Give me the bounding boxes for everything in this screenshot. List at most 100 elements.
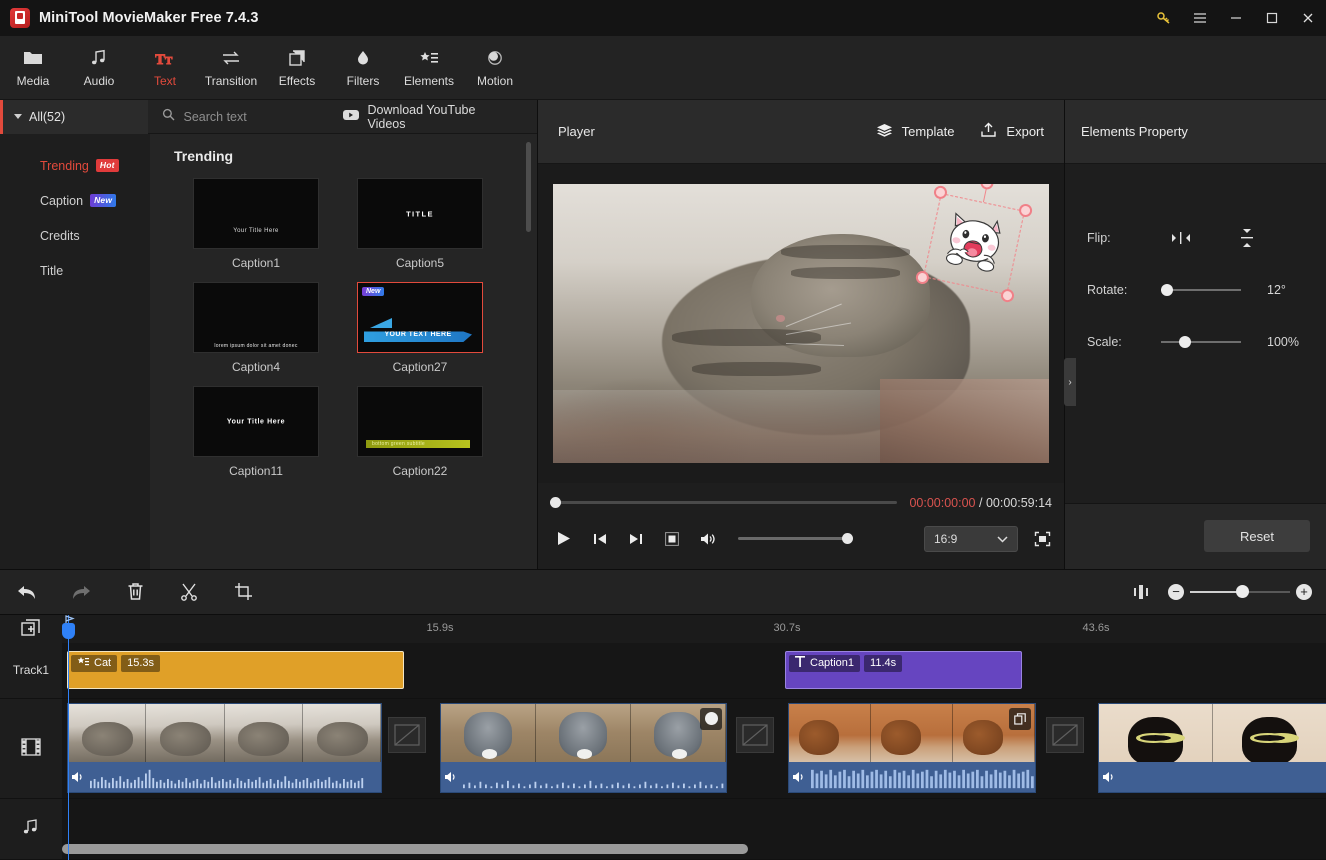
minimize-icon[interactable] — [1218, 0, 1254, 36]
maximize-icon[interactable] — [1254, 0, 1290, 36]
next-frame-button[interactable] — [626, 529, 646, 549]
sleeping-cat-clip[interactable] — [67, 702, 382, 793]
window-controls — [1146, 0, 1326, 36]
tab-elements[interactable]: Elements — [396, 36, 462, 100]
volume-icon[interactable] — [698, 529, 718, 549]
video-track-body[interactable] — [62, 698, 1326, 799]
close-icon[interactable] — [1290, 0, 1326, 36]
aspect-ratio-select[interactable]: 16:9 — [924, 525, 1018, 552]
all-filter-dropdown[interactable]: All(52) — [0, 99, 149, 134]
time-display: 00:00:00:00 / 00:00:59:14 — [909, 496, 1052, 510]
tab-media[interactable]: Media — [0, 36, 66, 100]
menu-icon[interactable] — [1182, 0, 1218, 36]
speaker-icon[interactable] — [789, 762, 809, 792]
flip-vertical-icon[interactable] — [1227, 228, 1267, 248]
play-button[interactable] — [554, 529, 574, 549]
zoom-in-button[interactable]: + — [1296, 583, 1312, 600]
template-thumbnail: bottom green subtitle — [357, 386, 483, 457]
key-icon[interactable] — [1146, 0, 1182, 36]
video-track-label[interactable] — [0, 698, 62, 799]
tab-filters[interactable]: Filters — [330, 36, 396, 100]
category-trending[interactable]: Trending Hot — [0, 148, 150, 183]
transition-slot[interactable] — [736, 716, 774, 753]
template-item-selected[interactable]: New YOUR TEXT HERE Caption27 — [338, 282, 502, 374]
flip-horizontal-icon[interactable] — [1161, 231, 1201, 245]
search-box[interactable] — [148, 108, 344, 126]
search-input[interactable] — [183, 109, 344, 124]
timeline-ruler[interactable]: 15.9s 30.7s 43.6s — [62, 614, 1326, 643]
add-track-button[interactable] — [0, 614, 62, 643]
fullscreen-button[interactable] — [1032, 529, 1052, 549]
template-grid-wrap: Trending Your Title Here Caption1 TITLE … — [150, 134, 537, 569]
chevron-right-icon[interactable]: › — [1064, 358, 1076, 406]
droplet-icon — [354, 47, 372, 69]
tab-transition[interactable]: Transition — [198, 36, 264, 100]
seek-knob[interactable] — [550, 497, 561, 508]
template-item[interactable]: bottom green subtitle Caption22 — [338, 386, 502, 478]
tab-audio[interactable]: Audio — [66, 36, 132, 100]
track-row-1: Track1 Cat 15.3s Caption1 11.4s — [0, 642, 1326, 699]
template-item[interactable]: Your Title Here Caption1 — [174, 178, 338, 270]
section-title: Trending — [174, 148, 234, 164]
speaker-icon[interactable] — [441, 762, 461, 792]
timeline-hscrollbar-thumb[interactable] — [62, 844, 748, 854]
delete-button[interactable] — [108, 569, 162, 615]
stop-button[interactable] — [662, 529, 682, 549]
rotate-slider[interactable] — [1161, 284, 1241, 296]
zoom-knob[interactable] — [1236, 584, 1249, 598]
category-title[interactable]: Title — [0, 253, 150, 288]
template-button[interactable]: Template — [876, 123, 954, 141]
playhead-flag-icon — [65, 613, 76, 625]
text-clip[interactable]: Caption1 11.4s — [785, 650, 1022, 689]
clip-frame — [789, 703, 871, 764]
scale-knob[interactable] — [1179, 336, 1191, 348]
scale-slider[interactable] — [1161, 336, 1241, 348]
download-youtube-button[interactable]: Download YouTube Videos — [343, 103, 515, 131]
reset-button[interactable]: Reset — [1204, 520, 1310, 552]
search-icon — [162, 108, 175, 126]
download-youtube-label: Download YouTube Videos — [367, 102, 476, 131]
export-button[interactable]: Export — [980, 122, 1044, 141]
redo-button[interactable] — [54, 569, 108, 615]
audio-track-label[interactable] — [0, 798, 62, 860]
undo-button[interactable] — [0, 569, 54, 615]
playhead[interactable] — [62, 614, 75, 860]
track1-label[interactable]: Track1 — [0, 642, 62, 699]
seek-slider[interactable] — [550, 497, 898, 508]
fit-timeline-icon[interactable] — [1114, 569, 1168, 615]
track1-body[interactable]: Cat 15.3s Caption1 11.4s — [62, 642, 1326, 699]
black-cat-clip[interactable] — [1098, 702, 1326, 793]
zoom-slider[interactable] — [1190, 584, 1290, 598]
grey-kitten-clip[interactable] — [440, 702, 727, 793]
category-caption[interactable]: Caption New — [0, 183, 150, 218]
speaker-icon[interactable] — [68, 762, 88, 792]
clip-tag-group: Caption1 11.4s — [789, 654, 903, 672]
template-label: Caption4 — [231, 360, 281, 374]
transition-slot[interactable] — [388, 716, 426, 753]
timeline-hscrollbar-track[interactable] — [62, 844, 1312, 854]
playhead-knob[interactable] — [62, 622, 75, 639]
template-item[interactable]: lorem ipsum dolor sit amet donec Caption… — [174, 282, 338, 374]
tab-effects[interactable]: Effects — [264, 36, 330, 100]
scale-label: Scale: — [1087, 335, 1122, 349]
volume-knob[interactable] — [842, 533, 853, 544]
video-preview[interactable] — [553, 183, 1049, 463]
library-scrollbar[interactable] — [526, 142, 531, 232]
speaker-icon[interactable] — [1099, 762, 1119, 792]
split-button[interactable] — [162, 569, 216, 615]
volume-slider[interactable] — [738, 533, 853, 544]
tab-motion[interactable]: Motion — [462, 36, 528, 100]
crop-button[interactable] — [216, 569, 270, 615]
sticker-selection-box[interactable] — [914, 183, 1034, 304]
tab-text[interactable]: TT Text — [132, 36, 198, 100]
transition-slot[interactable] — [1046, 716, 1084, 753]
element-clip[interactable]: Cat 15.3s — [67, 650, 404, 689]
category-credits[interactable]: Credits — [0, 218, 150, 253]
rotate-knob[interactable] — [1161, 284, 1173, 296]
template-preview-text: bottom green subtitle — [372, 441, 425, 447]
template-item[interactable]: Your Title Here Caption11 — [174, 386, 338, 478]
previous-frame-button[interactable] — [590, 529, 610, 549]
zoom-out-button[interactable]: − — [1168, 583, 1184, 600]
template-item[interactable]: TITLE Caption5 — [338, 178, 502, 270]
brown-kitten-clip[interactable] — [788, 702, 1036, 793]
